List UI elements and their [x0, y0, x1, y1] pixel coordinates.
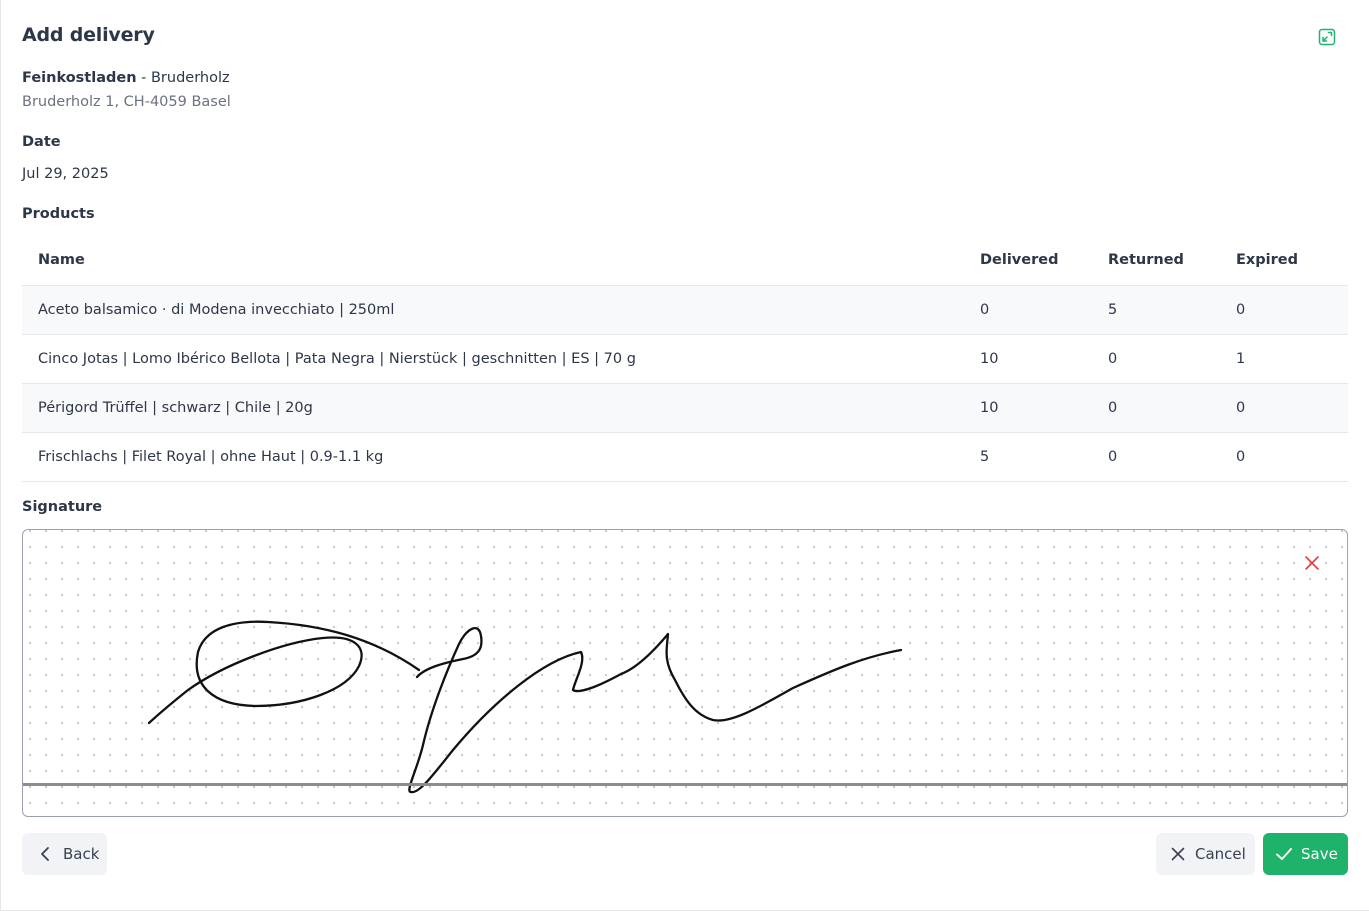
- customer-address: Bruderholz 1, CH-4059 Basel: [22, 94, 231, 110]
- product-name: Cinco Jotas | Lomo Ibérico Bellota | Pat…: [22, 334, 964, 384]
- products-label: Products: [22, 206, 95, 222]
- signature-pad[interactable]: [22, 529, 1348, 817]
- delivered-count: 10: [964, 334, 1092, 384]
- customer-name: Feinkostladen: [22, 70, 137, 86]
- product-name: Frischlachs | Filet Royal | ohne Haut | …: [22, 432, 964, 482]
- table-header-row: Name Delivered Returned Expired: [22, 236, 1348, 286]
- save-button-label: Save: [1301, 845, 1338, 863]
- signature-drawing: [147, 620, 903, 794]
- exit-fullscreen-icon: [1318, 28, 1336, 46]
- delivered-count: 5: [964, 432, 1092, 482]
- back-button-label: Back: [63, 845, 100, 863]
- clear-signature-button[interactable]: [1301, 552, 1323, 574]
- signature-label: Signature: [22, 499, 103, 515]
- product-name: Périgord Trüffel | schwarz | Chile | 20g: [22, 383, 964, 433]
- signature-baseline: [23, 783, 1347, 786]
- close-icon: [1168, 844, 1188, 864]
- product-name: Aceto balsamico · di Modena invecchiato …: [22, 285, 964, 335]
- returned-count: 0: [1092, 334, 1220, 384]
- column-header-name: Name: [22, 236, 964, 286]
- table-row: Périgord Trüffel | schwarz | Chile | 20g…: [22, 383, 1348, 433]
- expired-count: 0: [1220, 285, 1348, 335]
- date-value: Jul 29, 2025: [22, 166, 109, 182]
- table-row: Frischlachs | Filet Royal | ohne Haut | …: [22, 432, 1348, 482]
- products-table: Name Delivered Returned Expired Aceto ba…: [22, 236, 1348, 482]
- delivered-count: 10: [964, 383, 1092, 433]
- column-header-expired: Expired: [1220, 236, 1348, 286]
- cancel-button[interactable]: Cancel: [1156, 833, 1255, 875]
- check-icon: [1274, 844, 1294, 864]
- date-label: Date: [22, 134, 61, 150]
- table-row: Cinco Jotas | Lomo Ibérico Bellota | Pat…: [22, 334, 1348, 384]
- column-header-returned: Returned: [1092, 236, 1220, 286]
- expired-count: 1: [1220, 334, 1348, 384]
- back-button[interactable]: Back: [22, 833, 107, 875]
- cancel-button-label: Cancel: [1195, 845, 1246, 863]
- returned-count: 0: [1092, 383, 1220, 433]
- returned-count: 0: [1092, 432, 1220, 482]
- table-row: Aceto balsamico · di Modena invecchiato …: [22, 285, 1348, 335]
- chevron-left-icon: [36, 844, 56, 864]
- close-icon: [1305, 556, 1319, 570]
- delivered-count: 0: [964, 285, 1092, 335]
- returned-count: 5: [1092, 285, 1220, 335]
- expired-count: 0: [1220, 432, 1348, 482]
- column-header-delivered: Delivered: [964, 236, 1092, 286]
- page-title: Add delivery: [22, 24, 155, 46]
- customer-line: Feinkostladen - Bruderholz: [22, 70, 230, 86]
- customer-location: Bruderholz: [150, 70, 230, 86]
- expired-count: 0: [1220, 383, 1348, 433]
- customer-separator: -: [136, 70, 151, 86]
- exit-fullscreen-button[interactable]: [1316, 26, 1338, 48]
- save-button[interactable]: Save: [1263, 833, 1348, 875]
